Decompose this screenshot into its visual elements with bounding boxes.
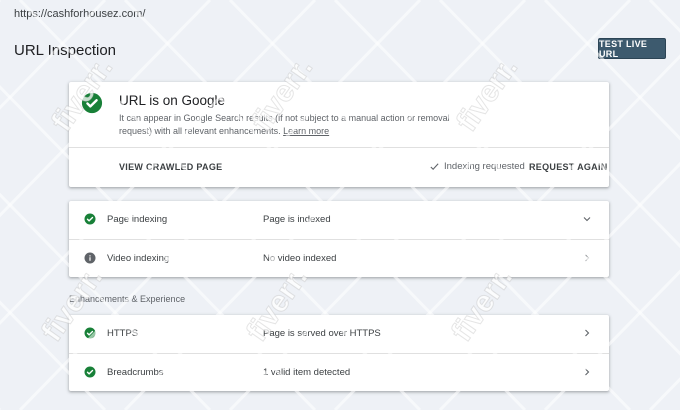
row-name: Video indexing: [107, 253, 170, 264]
check-circle-icon: [84, 327, 96, 339]
divider: [69, 147, 609, 148]
enhancements-card: HTTPS Page is served over HTTPS Breadcru…: [69, 315, 609, 391]
row-name: Page indexing: [107, 214, 168, 225]
info-icon: [84, 252, 96, 264]
section-heading: Enhancements & Experience: [69, 294, 186, 304]
coverage-card: Page indexing Page is indexed Video inde…: [69, 201, 609, 277]
row-value: 1 valid item detected: [263, 367, 351, 378]
row-value: Page is served over HTTPS: [263, 328, 381, 339]
watermark-line: [648, 377, 680, 410]
test-live-url-button[interactable]: TEST LIVE URL: [598, 38, 666, 59]
index-status-card: URL is on Google It can appear in Google…: [69, 82, 609, 187]
row-value: Page is indexed: [263, 214, 331, 225]
row-value: No video indexed: [263, 253, 337, 264]
check-circle-icon: [84, 366, 96, 378]
chevron-down-icon[interactable]: [581, 213, 593, 225]
row-name: HTTPS: [107, 328, 139, 339]
indexing-requested-label: Indexing requested: [444, 161, 525, 172]
check-icon: [430, 163, 439, 171]
index-status-headline: URL is on Google: [119, 93, 226, 108]
index-status-description: It can appear in Google Search results (…: [119, 112, 469, 137]
check-circle-icon: [84, 213, 96, 225]
breadcrumbs-row[interactable]: Breadcrumbs 1 valid item detected: [69, 353, 609, 391]
inspected-url: https://cashforhousez.com/: [14, 8, 146, 20]
view-crawled-page-button[interactable]: VIEW CRAWLED PAGE: [119, 162, 222, 172]
chevron-right-icon[interactable]: [581, 327, 593, 339]
chevron-right-icon[interactable]: [581, 252, 593, 264]
page-title: URL Inspection: [14, 42, 116, 59]
page-indexing-row[interactable]: Page indexing Page is indexed: [69, 201, 609, 239]
chevron-right-icon[interactable]: [581, 366, 593, 378]
video-indexing-row[interactable]: Video indexing No video indexed: [69, 239, 609, 277]
watermark-line: [648, 0, 680, 33]
row-name: Breadcrumbs: [107, 367, 164, 378]
indexing-requested-status: Indexing requested: [429, 161, 525, 172]
learn-more-link[interactable]: Learn more: [283, 126, 329, 136]
https-row[interactable]: HTTPS Page is served over HTTPS: [69, 315, 609, 353]
check-circle-icon: [81, 92, 103, 114]
request-again-button[interactable]: REQUEST AGAIN: [529, 162, 608, 172]
